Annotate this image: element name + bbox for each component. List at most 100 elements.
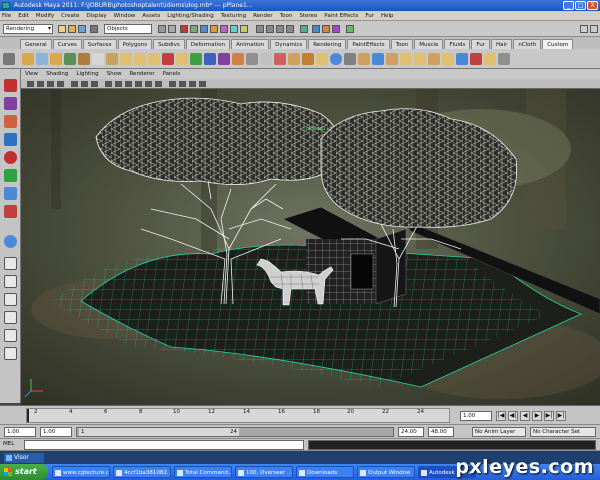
select-joints-icon[interactable]: [190, 25, 198, 33]
time-slider-track[interactable]: 2 4 6 8 10 12 14 16 18 20 22 24: [26, 408, 450, 423]
taskbar-item[interactable]: 100. Overseer ...: [235, 466, 293, 478]
range-slider-bar[interactable]: 1 24: [76, 427, 394, 437]
snap-plane-icon[interactable]: [286, 25, 294, 33]
current-time-marker[interactable]: [27, 409, 29, 422]
shelf-tool-8-icon[interactable]: [120, 53, 132, 65]
menu-help[interactable]: Help: [381, 13, 394, 19]
shelf-tool-30-icon[interactable]: [428, 53, 440, 65]
panel-menu-panels[interactable]: Panels: [163, 71, 181, 77]
hierarchy-mask-icon[interactable]: [158, 25, 166, 33]
animation-end-field[interactable]: 48.00: [428, 427, 454, 437]
render-settings-icon[interactable]: [332, 25, 340, 33]
shelf-tool-4-icon[interactable]: [64, 53, 76, 65]
select-tool-icon[interactable]: [4, 79, 17, 92]
step-back-key-button[interactable]: ◀|: [508, 411, 518, 421]
select-rendering-icon[interactable]: [240, 25, 248, 33]
shelf-tool-27-icon[interactable]: [386, 53, 398, 65]
shelf-tab-painteffects[interactable]: PaintEffects: [347, 39, 390, 49]
shelf-tool-12-icon[interactable]: [176, 53, 188, 65]
shelf-tool-3-icon[interactable]: [50, 53, 62, 65]
select-dynamics-icon[interactable]: [230, 25, 238, 33]
playback-start-field[interactable]: 1.00: [40, 427, 72, 437]
shelf-tab-rendering[interactable]: Rendering: [308, 39, 347, 49]
shelf-tab-toon[interactable]: Toon: [390, 39, 414, 49]
menu-window[interactable]: Window: [114, 13, 136, 19]
xray-icon[interactable]: [179, 81, 186, 87]
shelf-tab-subdivs[interactable]: Subdivs: [153, 39, 185, 49]
menu-edit[interactable]: Edit: [18, 13, 29, 19]
anim-layer-dropdown[interactable]: No Anim Layer: [472, 427, 526, 437]
shelf-tool-7-icon[interactable]: [106, 53, 118, 65]
taskbar-item[interactable]: 4ccf1ba381082...: [113, 466, 171, 478]
shelf-tool-32-icon[interactable]: [456, 53, 468, 65]
shelf-tool-26-icon[interactable]: [372, 53, 384, 65]
shelf-tool-11-icon[interactable]: [162, 53, 174, 65]
shelf-tab-curves[interactable]: Curves: [52, 39, 82, 49]
camera-icon[interactable]: [27, 81, 34, 87]
select-deformers-icon[interactable]: [220, 25, 228, 33]
shelf-tool-22-icon[interactable]: [316, 53, 328, 65]
ipr-render-icon[interactable]: [322, 25, 330, 33]
menu-assets[interactable]: Assets: [142, 13, 160, 19]
isolate-select-icon[interactable]: [169, 81, 176, 87]
shelf-tool-34-icon[interactable]: [484, 53, 496, 65]
shelf-tab-polygons[interactable]: Polygons: [117, 39, 153, 49]
save-scene-icon[interactable]: [78, 25, 86, 33]
visor-window-tab[interactable]: Visor: [4, 453, 44, 463]
play-forwards-button[interactable]: ▶: [532, 411, 542, 421]
panel-menu-renderer[interactable]: Renderer: [129, 71, 154, 77]
image-plane-icon[interactable]: [57, 81, 64, 87]
two-pane-layout-icon[interactable]: [4, 293, 17, 306]
taskbar-item[interactable]: Output Window: [357, 466, 415, 478]
shelf-tool-5-icon[interactable]: [78, 53, 90, 65]
shelf-tool-17-icon[interactable]: [246, 53, 258, 65]
shelf-tab-muscle[interactable]: Muscle: [414, 39, 444, 49]
window-title-bar[interactable]: Autodesk Maya 2011: F:\JOBURB\photoshopt…: [0, 0, 600, 11]
bookmark-icon[interactable]: [47, 81, 54, 87]
current-frame-field[interactable]: 1.00: [460, 411, 492, 421]
menu-stereo[interactable]: Stereo: [299, 13, 317, 19]
range-slider-thumb[interactable]: 1 24: [79, 428, 239, 436]
smooth-shade-icon[interactable]: [115, 81, 122, 87]
menu-create[interactable]: Create: [61, 13, 79, 19]
shelf-tool-24-icon[interactable]: [344, 53, 356, 65]
go-to-start-button[interactable]: |◀: [496, 411, 506, 421]
taskbar-item[interactable]: Downloads: [296, 466, 354, 478]
shelf-tool-15-icon[interactable]: [218, 53, 230, 65]
shelf-tool-19-icon[interactable]: [274, 53, 286, 65]
minimize-button[interactable]: _: [563, 1, 574, 10]
step-forward-key-button[interactable]: ▶|: [544, 411, 554, 421]
film-gate-icon[interactable]: [81, 81, 88, 87]
menu-lighting-shading[interactable]: Lighting/Shading: [167, 13, 213, 19]
go-to-end-button[interactable]: ▶|: [556, 411, 566, 421]
taskbar-item[interactable]: www.cgtecture.com...: [52, 466, 110, 478]
snap-point-icon[interactable]: [276, 25, 284, 33]
start-button[interactable]: start: [0, 464, 48, 480]
channel-box-toggle-icon[interactable]: [590, 25, 598, 33]
grid-icon[interactable]: [71, 81, 78, 87]
mel-label[interactable]: MEL: [3, 441, 14, 447]
wireframe-icon[interactable]: [105, 81, 112, 87]
textured-icon[interactable]: [135, 81, 142, 87]
camera-attributes-icon[interactable]: [37, 81, 44, 87]
attribute-editor-toggle-icon[interactable]: [580, 25, 588, 33]
lasso-tool-icon[interactable]: [4, 97, 17, 110]
taskbar-item[interactable]: Total Command...: [174, 466, 232, 478]
command-input[interactable]: [24, 440, 304, 450]
select-mode-icon[interactable]: [90, 25, 98, 33]
panel-menu-show[interactable]: Show: [107, 71, 122, 77]
shelf-tab-fur[interactable]: Fur: [471, 39, 491, 49]
shelf-tab-deformation[interactable]: Deformation: [185, 39, 231, 49]
shelf-tab-ncloth[interactable]: nCloth: [513, 39, 542, 49]
shelf-tool-13-icon[interactable]: [190, 53, 202, 65]
select-curves-icon[interactable]: [200, 25, 208, 33]
shelf-tab-hair[interactable]: Hair: [491, 39, 513, 49]
high-quality-icon[interactable]: [199, 81, 206, 87]
panel-menu-shading[interactable]: Shading: [46, 71, 68, 77]
shelf-tool-16-icon[interactable]: [232, 53, 244, 65]
menu-texturing[interactable]: Texturing: [221, 13, 246, 19]
shadows-icon[interactable]: [155, 81, 162, 87]
shelf-tool-18-icon[interactable]: [260, 53, 272, 65]
shelf-sphere-icon[interactable]: [330, 53, 342, 65]
last-tool-icon[interactable]: [4, 235, 17, 248]
